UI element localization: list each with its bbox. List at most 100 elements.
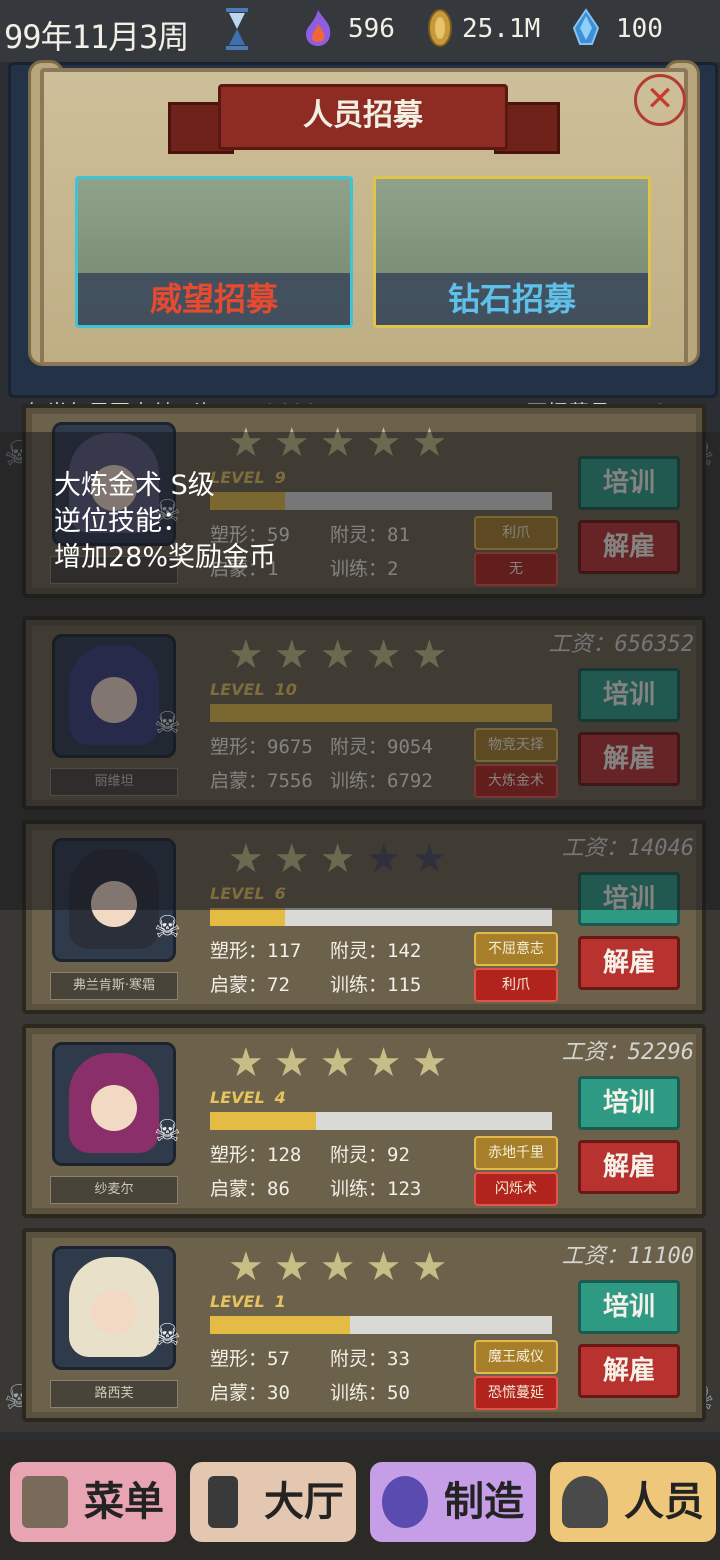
star-icon: ★ (365, 836, 412, 882)
level-number: 6 (274, 884, 286, 903)
xp-fill (210, 704, 552, 722)
coin-icon (428, 9, 452, 47)
avatar-face (91, 1085, 137, 1131)
star-rating: ★★★★★ (228, 1040, 457, 1086)
training-value: 50 (387, 1382, 410, 1404)
staff-level: LEVEL 1 (210, 1292, 286, 1311)
shaping-value: 9675 (267, 736, 313, 758)
training-label: 训练： (330, 1178, 388, 1200)
nav-craft-button[interactable]: 制造 (370, 1462, 536, 1542)
star-icon: ★ (319, 420, 366, 466)
fire-button[interactable]: 解雇 (578, 1140, 680, 1194)
staff-level: LEVEL 6 (210, 884, 286, 903)
nav-staff-button[interactable]: 人员 (550, 1462, 716, 1542)
star-icon: ★ (228, 1040, 274, 1086)
skill-badge-reverse[interactable]: 无 (474, 552, 558, 586)
staff-name: 路西芙 (50, 1380, 178, 1408)
xp-bar (210, 908, 552, 926)
skull-icon: ☠ (154, 1114, 181, 1149)
training-stat: 训练：123 (330, 1174, 421, 1201)
training-label: 训练： (330, 974, 388, 996)
skill-badge-primary[interactable]: 赤地千里 (474, 1136, 558, 1170)
shaping-value: 117 (267, 940, 302, 962)
level-label: LEVEL (210, 1088, 265, 1107)
star-icon: ★ (319, 1244, 366, 1290)
skill-badge-reverse[interactable]: 利爪 (474, 968, 558, 1002)
star-rating: ★★★★★ (228, 420, 457, 466)
enlighten-stat: 启蒙：86 (210, 1174, 290, 1201)
skill-badge-primary[interactable]: 利爪 (474, 516, 558, 550)
nav-staff-label: 人员 (624, 1479, 704, 1525)
train-button[interactable]: 培训 (578, 1280, 680, 1334)
enchant-stat: 附灵：33 (330, 1344, 410, 1371)
star-icon: ★ (273, 632, 320, 678)
enlighten-stat: 启蒙：72 (210, 970, 290, 997)
enchant-value: 81 (387, 524, 410, 546)
star-icon: ★ (365, 420, 412, 466)
diamond-recruit-label: 钻石招募 (376, 273, 648, 325)
training-label: 训练： (330, 558, 388, 580)
skill-badge-primary[interactable]: 不屈意志 (474, 932, 558, 966)
training-value: 2 (387, 558, 399, 580)
staff-card: ☠ 弗兰肯斯·寒霜 工资：14046 ★★★★★ LEVEL 6 塑形：117 附灵：142 启… (22, 820, 706, 1014)
nav-hall-button[interactable]: 大厅 (190, 1462, 356, 1542)
skill-badge-reverse[interactable]: 大炼金术 (474, 764, 558, 798)
fire-button[interactable]: 解雇 (578, 1344, 680, 1398)
avatar-face (91, 1289, 137, 1335)
close-icon[interactable]: ✕ (634, 74, 686, 126)
enchant-stat: 附灵：81 (330, 520, 410, 547)
status-bar: 99年11月3周 596 25.1M 100 (0, 0, 720, 62)
skill-badge-primary[interactable]: 物竞天择 (474, 728, 558, 762)
diamond-icon (572, 8, 600, 45)
enlighten-stat: 启蒙：7556 (210, 766, 313, 793)
fire-button[interactable]: 解雇 (578, 520, 680, 574)
level-number: 1 (274, 1292, 286, 1311)
enlighten-value: 30 (267, 1382, 290, 1404)
skill-tooltip: 大炼金术 S级 逆位技能： 增加28%奖励金币 (54, 470, 277, 573)
enchant-value: 142 (387, 940, 422, 962)
fire-button[interactable]: 解雇 (578, 732, 680, 786)
training-value: 123 (387, 1178, 422, 1200)
flame-count: 596 (348, 14, 395, 44)
level-number: 10 (274, 680, 297, 699)
staff-name: 弗兰肯斯·寒霜 (50, 972, 178, 1000)
star-icon: ★ (273, 420, 320, 466)
enchant-stat: 附灵：92 (330, 1140, 410, 1167)
shaping-label: 塑形： (210, 940, 268, 962)
level-number: 9 (274, 468, 286, 487)
star-icon: ★ (411, 632, 458, 678)
staff-salary: 工资：656352 (548, 632, 694, 657)
xp-bar (210, 1112, 552, 1130)
skill-badge-reverse[interactable]: 闪烁术 (474, 1172, 558, 1206)
star-icon: ★ (228, 420, 274, 466)
xp-fill (210, 1316, 351, 1334)
staff-salary: 工资：52296 (561, 1040, 694, 1065)
diamond-recruit-button[interactable]: 钻石招募 (373, 176, 651, 328)
train-button[interactable]: 培训 (578, 872, 680, 926)
level-label: LEVEL (210, 1292, 265, 1311)
game-date: 99年11月3周 (4, 18, 189, 56)
training-value: 115 (387, 974, 422, 996)
fire-button[interactable]: 解雇 (578, 936, 680, 990)
star-icon: ★ (228, 632, 274, 678)
person-icon (562, 1476, 608, 1528)
staff-card: ☠ 纱麦尔 工资：52296 ★★★★★ LEVEL 4 塑形：128 附灵：92 启蒙：86 训… (22, 1024, 706, 1218)
shaping-label: 塑形： (210, 1144, 268, 1166)
train-button[interactable]: 培训 (578, 456, 680, 510)
star-icon: ★ (411, 420, 458, 466)
skill-badge-primary[interactable]: 魔王威仪 (474, 1340, 558, 1374)
skill-badge-reverse[interactable]: 恐慌蔓延 (474, 1376, 558, 1410)
train-button[interactable]: 培训 (578, 668, 680, 722)
nav-hall-label: 大厅 (264, 1479, 344, 1525)
nav-craft-label: 制造 (444, 1479, 524, 1525)
enlighten-label: 启蒙： (210, 1178, 268, 1200)
shaping-label: 塑形： (210, 1348, 268, 1370)
nav-menu-button[interactable]: 菜单 (10, 1462, 176, 1542)
train-button[interactable]: 培训 (578, 1076, 680, 1130)
level-label: LEVEL (210, 680, 265, 699)
enlighten-value: 86 (267, 1178, 290, 1200)
enlighten-stat: 启蒙：30 (210, 1378, 290, 1405)
prestige-recruit-button[interactable]: 威望招募 (75, 176, 353, 328)
xp-bar (210, 1316, 552, 1334)
shaping-stat: 塑形：117 (210, 936, 301, 963)
